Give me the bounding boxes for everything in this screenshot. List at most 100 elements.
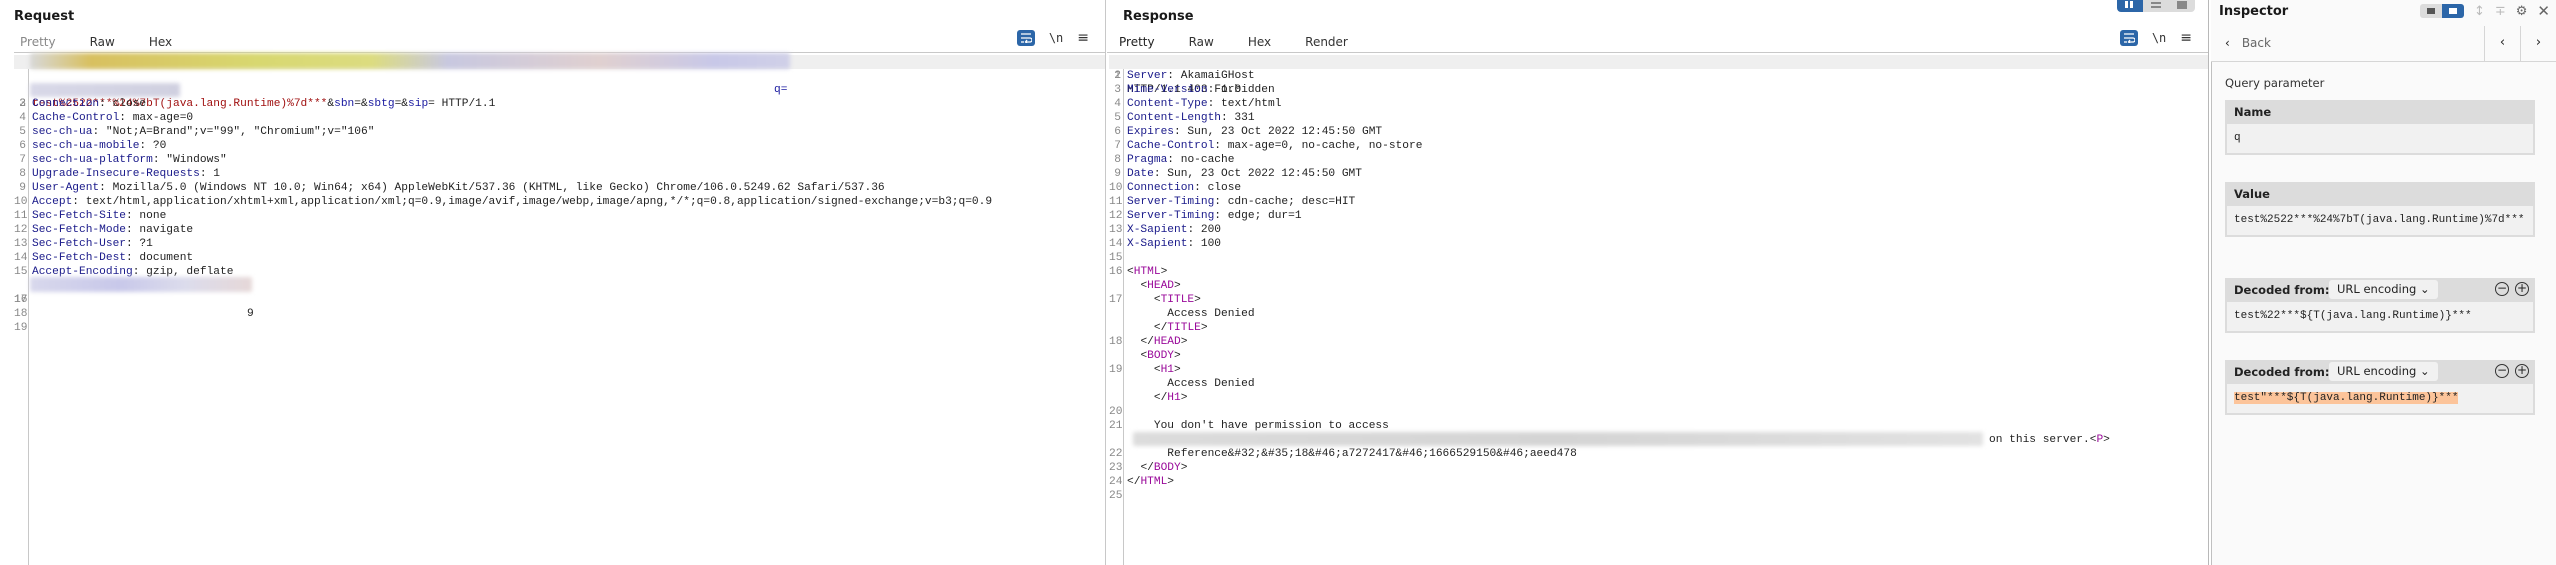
previous-button[interactable]: ‹ <box>2484 26 2520 62</box>
response-editor-tools: \n ≡ <box>2119 30 2192 46</box>
redacted-accept-language <box>30 277 252 292</box>
inspector-layout-left-icon[interactable] <box>2419 4 2442 18</box>
html-tag: TITLE <box>1160 294 1195 306</box>
response-body-line: 21 You don't have permission to access <box>1109 419 2208 433</box>
encoding-dropdown[interactable]: URL encoding ⌄ <box>2329 280 2438 299</box>
html-tag: BODY <box>1147 350 1175 362</box>
request-header-line: 8 Upgrade-Insecure-Requests: 1 <box>14 167 1105 181</box>
header-name: User-Agent <box>32 182 100 194</box>
line-number: 17 <box>1109 294 1123 306</box>
response-body-line: 16 <HTML> <box>1109 265 2208 279</box>
layout-split-vertical-icon[interactable] <box>2143 0 2169 12</box>
header-colon: : <box>1214 196 1221 208</box>
line-number: 4 <box>19 112 26 124</box>
header-colon: : <box>199 168 207 180</box>
chevron-right-icon: › <box>2535 35 2542 50</box>
back-button[interactable]: ‹ Back <box>2225 36 2271 50</box>
header-value: close <box>105 98 147 110</box>
header-colon: : <box>99 98 106 110</box>
response-body-line: Access Denied <box>1109 377 2208 391</box>
expand-all-icon[interactable]: ↕ <box>2474 4 2485 19</box>
settings-gear-icon[interactable]: ⚙ <box>2516 4 2528 19</box>
header-colon: : <box>119 112 126 124</box>
line-number: 6 <box>19 140 26 152</box>
hamburger-menu-icon[interactable]: ≡ <box>2180 30 2192 46</box>
next-button[interactable]: › <box>2520 26 2556 62</box>
header-name: Sec-Fetch-Mode <box>32 224 126 236</box>
show-newlines-button[interactable]: \n <box>1049 31 1063 45</box>
request-header-line: 5 sec-ch-ua: "Not;A=Brand";v="99", "Chrom… <box>14 125 1105 139</box>
header-colon: : <box>1174 126 1181 138</box>
header-value: none <box>132 210 167 222</box>
header-name: Server-Timing <box>1127 196 1215 208</box>
header-value: edge; dur=1 <box>1221 210 1302 222</box>
wrap-lines-icon[interactable] <box>1016 30 1035 46</box>
add-decoding-icon[interactable]: + <box>2515 364 2529 378</box>
line-number: 14 <box>1109 238 1123 250</box>
value-value[interactable]: test%2522***%24%7bT(java.lang.Runtime)%7… <box>2227 206 2533 235</box>
inspector-pane: Inspector ↕ ∓ ⚙ ✕ ‹ Back ‹ › Query parame… <box>2211 0 2556 565</box>
header-name: Upgrade-Insecure-Requests <box>32 168 200 180</box>
header-name: Sec-Fetch-Site <box>32 210 126 222</box>
body-text: > <box>1160 266 1168 278</box>
hamburger-menu-icon[interactable]: ≡ <box>1077 30 1089 46</box>
header-colon: : <box>1221 112 1228 124</box>
response-header-line: 4 Content-Type: text/html <box>1109 97 2208 111</box>
header-value: AkamaiGHost <box>1174 70 1255 82</box>
layout-tabs-icon[interactable] <box>2169 0 2195 12</box>
wrap-lines-icon[interactable] <box>2119 30 2138 46</box>
html-tag: H1 <box>1167 392 1181 404</box>
response-header-line: 9 Date: Sun, 23 Oct 2022 12:45:50 GMT <box>1109 167 2208 181</box>
header-value: close <box>1200 182 1242 194</box>
header-colon: : <box>126 224 133 236</box>
layout-split-horizontal-icon[interactable] <box>2117 0 2143 12</box>
decoded-value[interactable]: test%22***${T(java.lang.Runtime)}*** <box>2227 302 2533 331</box>
body-text: Access Denied <box>1167 378 1255 390</box>
section-label: Query parameter <box>2225 76 2325 90</box>
add-decoding-icon[interactable]: + <box>2515 282 2529 296</box>
header-value: ?0 <box>146 140 167 152</box>
header-name: Expires <box>1127 126 1174 138</box>
request-header-line: 12 Sec-Fetch-Mode: navigate <box>14 223 1105 237</box>
inspector-layout-toggle <box>2419 4 2464 18</box>
response-header-line: 2 Server: AkamaiGHost <box>1109 69 2208 83</box>
encoding-dropdown[interactable]: URL encoding ⌄ <box>2329 362 2438 381</box>
header-name: sec-ch-ua-mobile <box>32 140 140 152</box>
show-newlines-button[interactable]: \n <box>2152 31 2166 45</box>
remove-decoding-icon[interactable]: − <box>2495 282 2509 296</box>
inspector-layout-right-icon[interactable] <box>2441 4 2464 18</box>
close-icon[interactable]: ✕ <box>2537 2 2550 20</box>
header-name: Server <box>1127 70 1168 82</box>
response-editor[interactable]: 1 HTTP/1.1 403 Forbidden 2 Server: Akamai… <box>1109 55 2208 565</box>
body-text: < <box>1153 364 1161 376</box>
line-number: 3 <box>19 98 26 110</box>
inspector-nav-row: ‹ Back ‹ › <box>2211 26 2556 62</box>
header-name: sec-ch-ua-platform <box>32 154 153 166</box>
decoded-header: Decoded from: <box>2234 365 2330 379</box>
body-text: > <box>1174 364 1181 376</box>
name-value[interactable]: q <box>2227 124 2533 153</box>
request-editor[interactable]: q= test%2522***%24%7bT(java.lang.Runtime… <box>14 53 1105 565</box>
line-number: 7 <box>19 154 26 166</box>
decoded-value-highlighted[interactable]: test"***${T(java.lang.Runtime)}*** <box>2234 392 2459 404</box>
response-header-line: 8 Pragma: no-cache <box>1109 153 2208 167</box>
header-value: navigate <box>132 224 194 236</box>
header-value: ?1 <box>132 238 153 250</box>
collapse-all-icon[interactable]: ∓ <box>2495 4 2506 19</box>
decoded-card-1: Decoded from: URL encoding ⌄ − + test%22… <box>2225 278 2535 333</box>
response-header-line: 7 Cache-Control: max-age=0, no-cache, no-… <box>1109 139 2208 153</box>
header-name: Cache-Control <box>32 112 120 124</box>
body-text: < <box>1153 294 1161 306</box>
line-number: 14 <box>14 252 28 264</box>
html-tag: HTML <box>1133 266 1161 278</box>
header-value: max-age=0, no-cache, no-store <box>1221 140 1423 152</box>
inspector-left-border <box>2211 62 2212 565</box>
line-number: 8 <box>19 168 26 180</box>
decoded-header: Decoded from: <box>2234 283 2330 297</box>
request-line-1b: test%2522***%24%7bT(java.lang.Runtime)%7… <box>14 69 1105 110</box>
remove-decoding-icon[interactable]: − <box>2495 364 2509 378</box>
header-value: 200 <box>1194 224 1222 236</box>
response-header-line: 10 Connection: close <box>1109 181 2208 195</box>
header-colon: : <box>1214 210 1221 222</box>
body-text: </ <box>1140 336 1154 348</box>
